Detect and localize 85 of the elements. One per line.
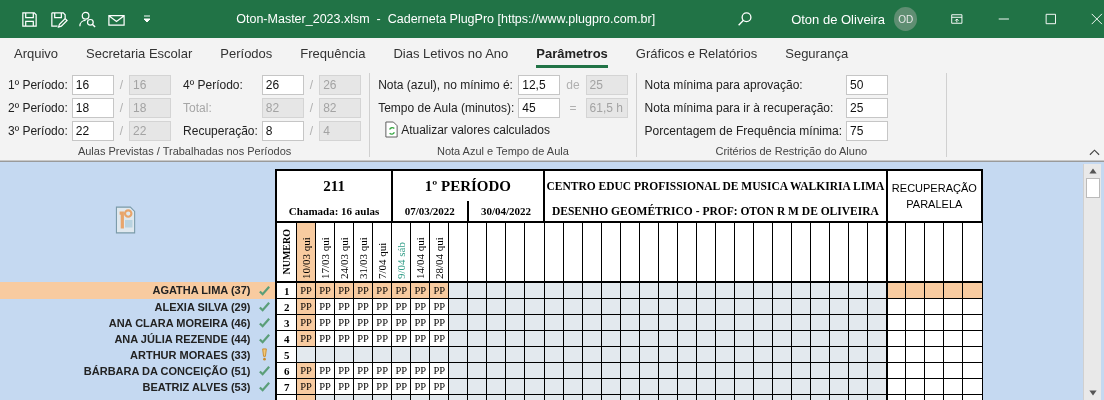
computed-field: 26	[319, 74, 362, 95]
ribbon-tab[interactable]: Frequência	[300, 46, 366, 68]
ribbon-tab[interactable]: Secretaria Escolar	[86, 46, 193, 68]
input-field[interactable]: 50	[846, 74, 889, 95]
input-field: 82	[261, 97, 304, 118]
student-name[interactable]: ANA CLARA MOREIRA (46)	[108, 316, 251, 329]
computed-field: 4	[319, 120, 362, 141]
separator-text: /	[308, 100, 315, 115]
student-name[interactable]: BEATRIZ ALVES (53)	[142, 380, 251, 393]
subject-title: DESENHO GEOMÉTRICO - PROF: OTON R M DE OLIVEIRA	[544, 201, 887, 222]
field-label: Recuperação:	[183, 123, 258, 138]
collapse-icon[interactable]	[1089, 148, 1100, 156]
ribbon-tab[interactable]: Segurança	[785, 46, 849, 68]
field-label: Nota mínima para ir à recuperação:	[644, 100, 835, 115]
vertical-scrollbar[interactable]	[1083, 164, 1101, 400]
school-name: CENTRO EDUC PROFISSIONAL DE MUSICA WALKIRIA LIMA	[544, 170, 887, 201]
computed-field: 22	[129, 120, 172, 141]
check-icon	[258, 300, 272, 313]
field-label: 1º Período:	[8, 77, 68, 92]
group-title: Critérios de Restrição do Aluno	[714, 145, 869, 157]
student-name[interactable]: ALEXIA SILVA (29)	[154, 300, 251, 313]
start-date: 07/03/2022	[391, 201, 468, 222]
refresh-button[interactable]: Atualizar valores calculados	[384, 121, 550, 138]
check-icon	[258, 364, 272, 377]
input-field[interactable]: 45	[518, 97, 561, 118]
save-icon[interactable]	[20, 9, 39, 29]
ribbon-display-icon[interactable]	[950, 12, 965, 26]
separator-text: /	[308, 123, 315, 138]
close-icon[interactable]	[1090, 12, 1104, 26]
column-header: NUMERO	[276, 222, 297, 282]
computed-field: 25	[585, 74, 628, 95]
attendance-count: Chamada: 16 aulas	[276, 201, 392, 222]
ribbon-tab[interactable]: Arquivo	[14, 46, 59, 68]
search-icon[interactable]	[735, 10, 754, 28]
field-label: Total:	[183, 100, 213, 115]
field-label: Nota (azul), no mínimo é:	[378, 77, 514, 92]
input-field[interactable]: 18	[71, 97, 114, 118]
student-name[interactable]: ANA JÚLIA REZENDE (44)	[114, 332, 251, 345]
scroll-thumb[interactable]	[1085, 178, 1100, 198]
separator-text: =	[568, 100, 578, 115]
person-search-icon[interactable]	[78, 9, 97, 29]
computed-field: 82	[319, 97, 362, 118]
separator-text: /	[118, 100, 125, 115]
field-label: Nota mínima para aprovação:	[644, 77, 804, 92]
computed-field: 61,5 h	[585, 97, 628, 118]
separator-text: /	[308, 77, 315, 92]
student-name[interactable]: ARTHUR MORAES (33)	[130, 348, 251, 361]
document-refresh-icon	[384, 121, 400, 138]
field-label: Porcentagem de Frequência mínima:	[644, 123, 843, 138]
end-date: 30/04/2022	[467, 201, 545, 222]
check-icon	[258, 380, 272, 393]
field-label: 2º Período:	[8, 100, 68, 115]
input-field[interactable]: 22	[71, 120, 114, 141]
separator-text: /	[118, 123, 125, 138]
recovery-title: RECUPERAÇÃO PARALELA	[886, 170, 982, 222]
ribbon-tab[interactable]: Períodos	[220, 46, 273, 68]
input-field[interactable]: 8	[261, 120, 304, 141]
period-title: 1º PERÍODO	[391, 170, 545, 201]
ribbon-tab[interactable]: Parâmetros	[536, 46, 608, 68]
user-name[interactable]: Oton de Oliveira	[791, 11, 886, 27]
separator-text: /	[118, 77, 125, 92]
computed-field: 18	[129, 97, 172, 118]
student-name[interactable]: BÁRBARA DA CONCEIÇÃO (51)	[83, 364, 251, 377]
check-icon	[258, 316, 272, 329]
field-label: 3º Período:	[8, 123, 68, 138]
save-edit-icon[interactable]	[49, 9, 68, 29]
maximize-icon[interactable]	[1043, 12, 1058, 26]
input-field[interactable]: 12,5	[518, 74, 561, 95]
window-title: Oton-Master_2023.xlsm - Caderneta PlugPro [https://www.plugpro.com.br]	[236, 12, 657, 26]
group-title: Aulas Previstas / Trabalhadas nos Períodos	[76, 145, 293, 157]
group-title: Nota Azul e Tempo de Aula	[435, 145, 570, 157]
check-icon	[258, 332, 272, 345]
ribbon-tab[interactable]: Gráficos e Relatórios	[635, 46, 758, 68]
input-field[interactable]: 75	[846, 120, 889, 141]
dropdown-icon[interactable]	[142, 14, 152, 24]
field-label: Tempo de Aula (minutos):	[378, 100, 515, 115]
class-title: 211	[276, 170, 392, 201]
separator-text: de	[565, 77, 581, 92]
computed-field: 16	[129, 74, 172, 95]
input-field[interactable]: 16	[71, 74, 114, 95]
input-field[interactable]: 25	[846, 97, 889, 118]
check-icon	[258, 283, 272, 297]
field-label: 4º Período:	[183, 77, 244, 92]
input-field[interactable]: 26	[261, 74, 304, 95]
ribbon-tab[interactable]: Dias Letivos no Ano	[393, 46, 509, 68]
